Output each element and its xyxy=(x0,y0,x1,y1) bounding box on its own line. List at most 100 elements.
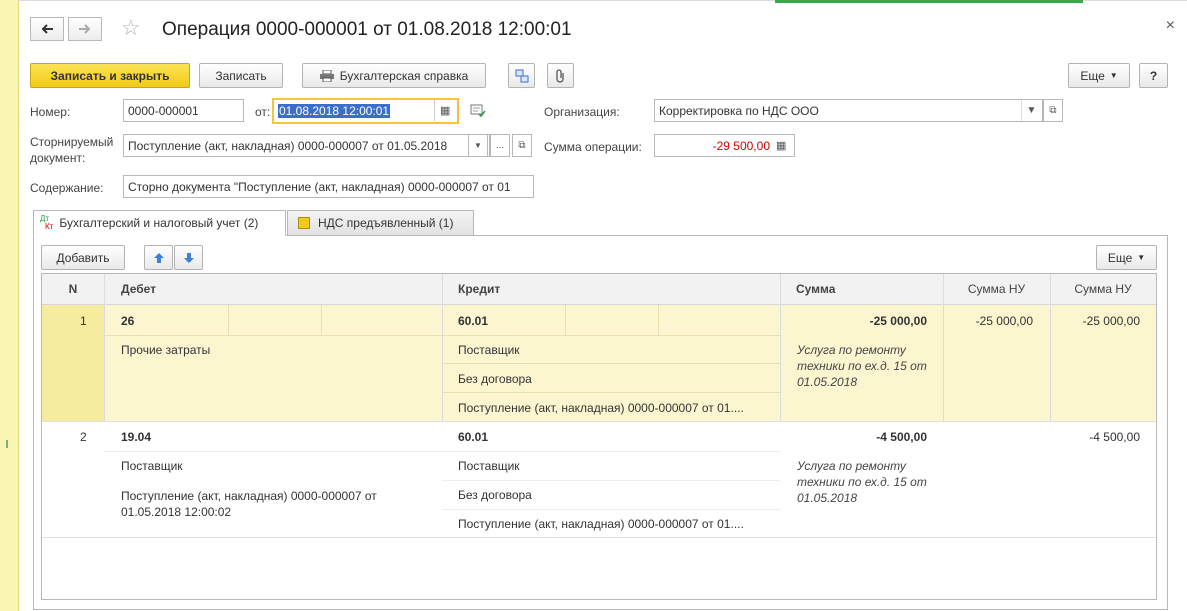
row-1-sum[interactable]: -25 000,00 xyxy=(780,314,927,328)
date-value: 01.08.2018 12:00:01 xyxy=(278,104,391,118)
row-2-credit-sub-3[interactable]: Поступление (акт, накладная) 0000-000007… xyxy=(458,517,744,531)
col-divider xyxy=(104,274,105,421)
row-1-sum-nu-debit[interactable]: -25 000,00 xyxy=(943,314,1033,328)
calculator-icon[interactable]: ▦ xyxy=(776,139,786,152)
row-2-sum[interactable]: -4 500,00 xyxy=(780,430,927,444)
structure-button[interactable] xyxy=(508,63,535,88)
column-header-debit[interactable]: Дебет xyxy=(104,274,442,305)
save-button[interactable]: Записать xyxy=(199,63,283,88)
storno-dropdown-icon[interactable]: ▼ xyxy=(468,134,488,157)
date-label: от: xyxy=(255,105,271,119)
operation-sum-label: Сумма операции: xyxy=(544,140,642,154)
row-2-debit-sub-2[interactable]: Поступление (акт, накладная) 0000-000007… xyxy=(121,488,421,520)
table-more-button[interactable]: Еще ▼ xyxy=(1096,245,1157,270)
row-divider xyxy=(42,421,1156,422)
move-up-button[interactable] xyxy=(144,245,173,270)
date-separator xyxy=(434,100,435,121)
subcol-divider xyxy=(565,305,566,335)
page-title: Операция 0000-000001 от 01.08.2018 12:00… xyxy=(162,19,572,40)
col-divider xyxy=(442,274,443,421)
row-divider xyxy=(42,537,1156,538)
favorite-star-icon[interactable]: ☆ xyxy=(121,15,141,41)
organization-open-icon[interactable]: ⧉ xyxy=(1043,99,1063,122)
row-1-comment[interactable]: Услуга по ремонту техники по ех.д. 15 от… xyxy=(797,342,937,390)
row-1-credit-sub-1[interactable]: Поставщик xyxy=(458,343,520,357)
row-1-credit-sub-2[interactable]: Без договора xyxy=(458,372,532,386)
back-button[interactable] xyxy=(30,17,64,41)
column-header-n[interactable]: N xyxy=(42,274,104,305)
row-1-sub-divider xyxy=(442,363,780,364)
tab-accounting[interactable]: Дт Кт Бухгалтерский и налоговый учет (2) xyxy=(33,210,286,236)
arrow-right-icon xyxy=(79,24,91,34)
storno-open-icon[interactable]: ⧉ xyxy=(512,134,532,157)
row-2-sub-divider xyxy=(442,480,780,481)
organization-label: Организация: xyxy=(544,105,620,119)
help-button[interactable]: ? xyxy=(1139,63,1168,88)
column-header-credit[interactable]: Кредит xyxy=(442,274,780,305)
accounting-report-label: Бухгалтерская справка xyxy=(339,68,469,83)
subcol-divider xyxy=(228,305,229,335)
number-field[interactable]: 0000-000001 xyxy=(123,99,244,122)
row-2-sum-nu-credit[interactable]: -4 500,00 xyxy=(1050,430,1140,444)
row-2-credit-sub-2[interactable]: Без договора xyxy=(458,488,532,502)
arrow-up-icon xyxy=(153,252,164,263)
accounting-report-button[interactable]: Бухгалтерская справка xyxy=(302,63,486,88)
row-1-credit-sub-3[interactable]: Поступление (акт, накладная) 0000-000007… xyxy=(458,401,744,415)
subcol-divider xyxy=(658,305,659,335)
organization-field[interactable]: Корректировка по НДС ООО xyxy=(654,99,1043,122)
row-2-credit-sub-1[interactable]: Поставщик xyxy=(458,459,520,473)
storno-label-line1: Сторнируемый xyxy=(30,135,114,149)
add-row-button[interactable]: Добавить xyxy=(41,245,125,270)
attach-button[interactable] xyxy=(547,63,574,88)
row-1-debit-sub-1[interactable]: Прочие затраты xyxy=(121,343,210,357)
side-marker xyxy=(6,440,8,448)
forward-button[interactable] xyxy=(68,17,102,41)
row-2-n: 2 xyxy=(80,430,87,444)
active-tab-indicator xyxy=(775,0,1083,3)
storno-document-field[interactable]: Поступление (акт, накладная) 0000-000007… xyxy=(123,134,490,157)
content-field[interactable]: Сторно документа "Поступление (акт, накл… xyxy=(123,175,534,198)
row-2-sub-divider xyxy=(104,451,442,452)
more-label: Еще xyxy=(1080,68,1105,83)
organization-dropdown-icon[interactable]: ▼ xyxy=(1021,100,1041,121)
row-2-debit-account[interactable]: 19.04 xyxy=(121,430,151,444)
number-label: Номер: xyxy=(30,105,71,119)
row-1-sum-nu-credit[interactable]: -25 000,00 xyxy=(1050,314,1140,328)
row-1-sub-divider xyxy=(442,392,780,393)
row-2-debit-sub-1[interactable]: Поставщик xyxy=(121,459,183,473)
tab-vat-label: НДС предъявленный (1) xyxy=(318,216,454,230)
subcol-divider xyxy=(321,305,322,335)
row-2-sub-divider xyxy=(442,451,780,452)
col-divider xyxy=(780,274,781,421)
history-icon[interactable] xyxy=(470,104,486,121)
debit-credit-icon: Дт Кт xyxy=(40,214,54,231)
column-header-sum[interactable]: Сумма xyxy=(780,274,943,305)
save-and-close-button[interactable]: Записать и закрыть xyxy=(30,63,190,88)
more-menu-button[interactable]: Еще ▼ xyxy=(1068,63,1130,88)
vat-icon xyxy=(298,217,310,229)
date-field[interactable]: 01.08.2018 12:00:01 xyxy=(272,98,459,124)
tab-accounting-label: Бухгалтерский и налоговый учет (2) xyxy=(59,216,259,230)
arrow-down-icon xyxy=(183,252,194,263)
document-structure-icon xyxy=(515,69,528,82)
col-divider xyxy=(943,274,944,421)
row-1-n: 1 xyxy=(80,314,87,328)
row-1-debit-account[interactable]: 26 xyxy=(121,314,134,328)
chevron-down-icon: ▼ xyxy=(1137,253,1146,262)
close-icon[interactable]: × xyxy=(1166,17,1175,35)
column-header-sum-nu-debit[interactable]: Сумма НУ xyxy=(943,274,1050,305)
row-2-comment[interactable]: Услуга по ремонту техники по ех.д. 15 от… xyxy=(797,458,937,506)
operation-sum-field[interactable]: -29 500,00 xyxy=(654,134,795,157)
left-panel-strip xyxy=(0,0,19,611)
printer-icon xyxy=(319,69,334,82)
paperclip-icon xyxy=(555,68,564,83)
calendar-icon[interactable]: ▦ xyxy=(440,104,450,117)
tab-vat[interactable]: НДС предъявленный (1) xyxy=(287,210,474,236)
table-row-1-marker xyxy=(42,305,104,421)
row-2-credit-account[interactable]: 60.01 xyxy=(458,430,488,444)
column-header-sum-nu-credit[interactable]: Сумма НУ xyxy=(1050,274,1156,305)
row-1-credit-account[interactable]: 60.01 xyxy=(458,314,488,328)
content-label: Содержание: xyxy=(30,181,104,195)
storno-select-button[interactable]: ... xyxy=(490,134,510,157)
move-down-button[interactable] xyxy=(174,245,203,270)
